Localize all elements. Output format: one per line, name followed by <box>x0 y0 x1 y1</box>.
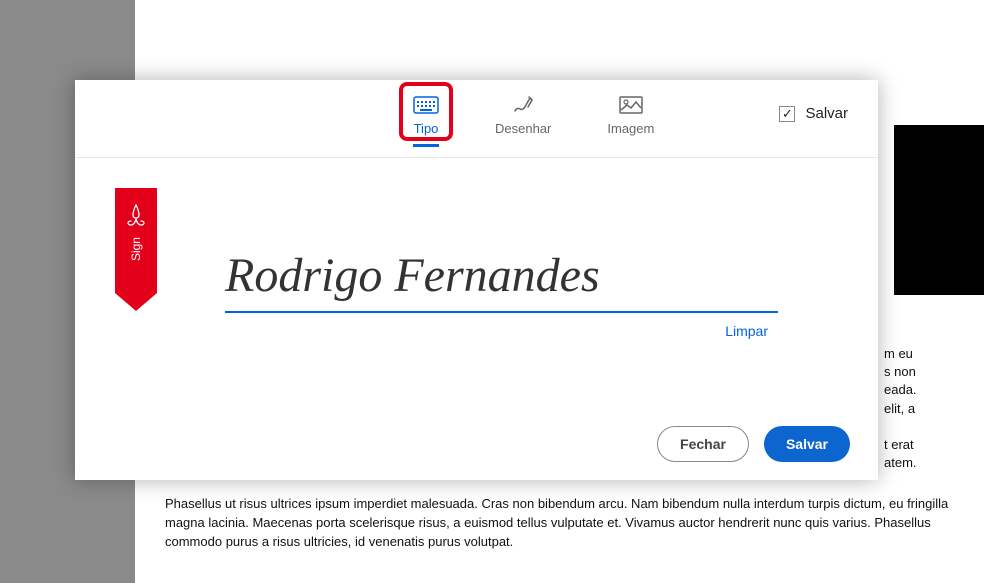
flag-sign-label: Sign <box>129 237 143 261</box>
save-checkbox-group[interactable]: ✓ Salvar <box>779 90 848 122</box>
tab-image-label: Imagem <box>607 121 654 136</box>
tab-type[interactable]: Tipo <box>405 90 447 146</box>
bg-text-fragment: m eu s non eada. elit, a t erat atem. <box>884 345 984 472</box>
adobe-acrobat-icon <box>126 203 146 227</box>
dialog-body: Sign Rodrigo Fernandes Limpar <box>75 158 878 408</box>
signature-input-area[interactable]: Rodrigo Fernandes Limpar <box>225 248 778 339</box>
tab-draw[interactable]: Desenhar <box>487 90 559 146</box>
tab-image[interactable]: Imagem <box>599 90 662 146</box>
signature-text[interactable]: Rodrigo Fernandes <box>225 248 778 313</box>
save-checkbox-label: Salvar <box>805 105 848 122</box>
close-button[interactable]: Fechar <box>657 426 749 462</box>
dialog-footer: Fechar Salvar <box>75 408 878 480</box>
signature-tabs: Tipo Desenhar <box>405 90 662 146</box>
adobe-sign-flag: Sign <box>115 188 157 318</box>
save-button[interactable]: Salvar <box>764 426 850 462</box>
tab-type-label: Tipo <box>414 121 439 136</box>
keyboard-icon <box>413 95 439 115</box>
bg-paragraph-2: Phasellus ut risus ultrices ipsum imperd… <box>165 495 954 552</box>
signature-dialog: Tipo Desenhar <box>75 80 878 480</box>
image-icon <box>618 95 644 115</box>
dialog-header: Tipo Desenhar <box>75 80 878 158</box>
checkbox-icon[interactable]: ✓ <box>779 106 795 122</box>
clear-link[interactable]: Limpar <box>225 323 778 339</box>
tab-draw-label: Desenhar <box>495 121 551 136</box>
pen-icon <box>510 95 536 115</box>
background-dark-panel <box>894 125 984 295</box>
